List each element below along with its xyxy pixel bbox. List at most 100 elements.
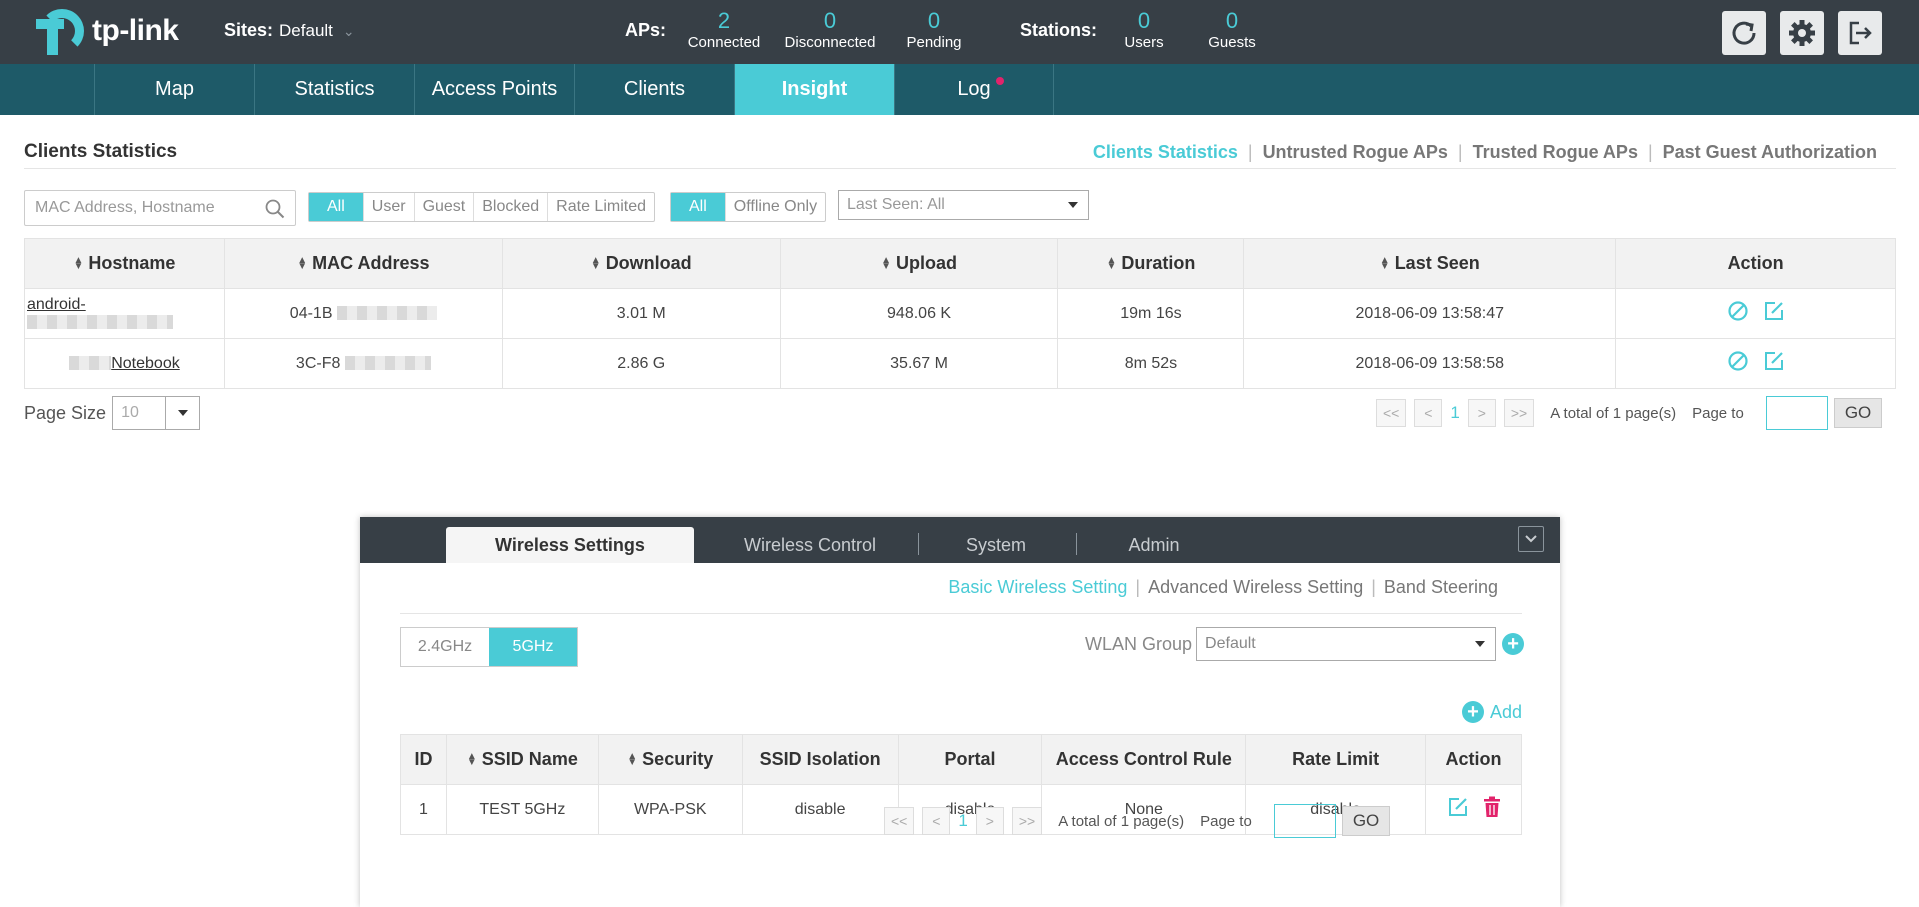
- subnav-untrusted-rogue-aps[interactable]: Untrusted Rogue APs: [1263, 142, 1448, 163]
- subnav-basic-wireless[interactable]: Basic Wireless Setting: [948, 577, 1127, 598]
- filter-type-all[interactable]: All: [309, 193, 363, 221]
- tab-admin[interactable]: Admin: [1084, 527, 1224, 563]
- aps-pending[interactable]: 0 Pending: [894, 8, 974, 52]
- col-security[interactable]: ▲ ▼ Security: [597, 734, 743, 785]
- stations-guests[interactable]: 0 Guests: [1202, 8, 1262, 52]
- clients-pagination: << < 1 > >> A total of 1 page(s) Page to…: [1376, 396, 1883, 430]
- col-download[interactable]: ▲ ▼ Download: [501, 238, 781, 289]
- col-mac-address[interactable]: ▲ ▼ MAC Address: [223, 238, 503, 289]
- caret-down-icon[interactable]: [165, 397, 199, 429]
- block-icon[interactable]: [1727, 300, 1749, 322]
- hostname-link[interactable]: Notebook: [111, 355, 180, 372]
- hostname-cell[interactable]: Notebook: [24, 338, 225, 389]
- edit-icon[interactable]: [1763, 350, 1785, 372]
- sort-icon: ▲ ▼: [1106, 255, 1117, 273]
- col-duration[interactable]: ▲ ▼ Duration: [1057, 238, 1245, 289]
- next-page-button[interactable]: >: [975, 807, 1004, 835]
- logout-button[interactable]: [1838, 11, 1882, 55]
- settings-button[interactable]: [1780, 11, 1824, 55]
- trash-icon[interactable]: [1483, 796, 1501, 818]
- action-cell: [1615, 338, 1896, 389]
- first-page-button[interactable]: <<: [884, 807, 915, 835]
- tp-link-logo[interactable]: tp-link: [36, 5, 179, 57]
- search-icon[interactable]: [265, 199, 285, 219]
- upload-cell: 35.67 M: [779, 338, 1059, 389]
- filter-type-guest[interactable]: Guest: [413, 193, 474, 221]
- next-page-button[interactable]: >: [1467, 399, 1496, 427]
- current-page[interactable]: 1: [1450, 403, 1459, 423]
- refresh-button[interactable]: [1722, 11, 1766, 55]
- nav-clients[interactable]: Clients: [574, 64, 734, 115]
- stations-users-label: Users: [1124, 34, 1164, 51]
- collapse-button[interactable]: [1518, 526, 1544, 552]
- prev-page-button[interactable]: <: [922, 807, 951, 835]
- page-total: A total of 1 page(s): [1550, 404, 1677, 422]
- divider: [400, 613, 1522, 614]
- go-button[interactable]: GO: [1833, 398, 1883, 428]
- site-selector[interactable]: Sites: Default ⌄: [224, 20, 355, 41]
- page-to-input[interactable]: [1273, 804, 1336, 838]
- filter-status-all[interactable]: All: [671, 193, 725, 221]
- last-page-button[interactable]: >>: [1503, 399, 1535, 427]
- go-button[interactable]: GO: [1341, 806, 1391, 836]
- band-2-4ghz[interactable]: 2.4GHz: [401, 628, 489, 666]
- duration-cell: 19m 16s: [1057, 288, 1245, 339]
- client-search[interactable]: [24, 190, 296, 226]
- aps-label: APs:: [625, 20, 667, 40]
- page-to-input[interactable]: [1765, 396, 1828, 430]
- table-header-row: ID ▲ ▼ SSID Name ▲ ▼ Security SSID Isolation…: [400, 734, 1522, 785]
- subnav-band-steering[interactable]: Band Steering: [1384, 577, 1498, 598]
- subnav-advanced-wireless[interactable]: Advanced Wireless Setting: [1148, 577, 1363, 598]
- aps-disconnected[interactable]: 0 Disconnected: [778, 8, 882, 52]
- current-page[interactable]: 1: [958, 811, 967, 831]
- block-icon[interactable]: [1727, 350, 1749, 372]
- nav-statistics[interactable]: Statistics: [254, 64, 414, 115]
- subnav-trusted-rogue-aps[interactable]: Trusted Rogue APs: [1473, 142, 1638, 163]
- hostname-link[interactable]: android-: [27, 296, 86, 313]
- add-ssid-button[interactable]: + Add: [1461, 701, 1522, 723]
- col-ssid-name[interactable]: ▲ ▼ SSID Name: [445, 734, 599, 785]
- redacted-text: [344, 356, 431, 371]
- filter-type-rate-limited[interactable]: Rate Limited: [547, 193, 654, 221]
- add-wlan-group-icon[interactable]: +: [1502, 633, 1525, 655]
- table-row: Notebook 3C-F8 2.86 G 35.67 M 8m 52s 201…: [24, 338, 1896, 389]
- col-hostname[interactable]: ▲ ▼ Hostname: [24, 238, 225, 289]
- tab-wireless-settings[interactable]: Wireless Settings: [446, 527, 694, 563]
- col-last-seen[interactable]: ▲ ▼ Last Seen: [1243, 238, 1617, 289]
- col-id: ID: [400, 734, 447, 785]
- search-input[interactable]: [35, 199, 255, 217]
- tab-system[interactable]: System: [926, 527, 1066, 563]
- panel-tabs-bar: Wireless Settings Wireless Control Syste…: [360, 517, 1560, 563]
- prev-page-button[interactable]: <: [1414, 399, 1443, 427]
- edit-icon[interactable]: [1763, 300, 1785, 322]
- filter-status-offline-only[interactable]: Offline Only: [724, 193, 825, 221]
- page-size-value: 10: [121, 404, 139, 421]
- table-row: android- 04-1B 3.01 M 948.06 K 19m 16s 2…: [24, 288, 1896, 339]
- nav-map[interactable]: Map: [94, 64, 254, 115]
- mac-cell: 3C-F8: [223, 338, 503, 389]
- page-size-select[interactable]: 10: [112, 396, 201, 430]
- download-cell: 2.86 G: [501, 338, 781, 389]
- edit-icon[interactable]: [1447, 796, 1469, 818]
- stations-users[interactable]: 0 Users: [1114, 8, 1174, 52]
- nav-access-points[interactable]: Access Points: [414, 64, 574, 115]
- aps-connected-label: Connected: [687, 34, 761, 51]
- filter-type-blocked[interactable]: Blocked: [473, 193, 547, 221]
- aps-connected[interactable]: 2 Connected: [682, 8, 766, 52]
- col-action: Action: [1425, 734, 1522, 785]
- hostname-cell[interactable]: android-: [24, 288, 225, 339]
- subnav-separator: |: [1371, 577, 1376, 597]
- last-page-button[interactable]: >>: [1011, 807, 1043, 835]
- band-5ghz[interactable]: 5GHz: [489, 628, 577, 666]
- col-upload[interactable]: ▲ ▼ Upload: [779, 238, 1059, 289]
- col-rate-limit: Rate Limit: [1245, 734, 1426, 785]
- nav-log[interactable]: Log: [894, 64, 1054, 115]
- wlan-group-select[interactable]: Default: [1196, 627, 1497, 661]
- subnav-past-guest-authorization[interactable]: Past Guest Authorization: [1663, 142, 1877, 163]
- last-seen-select[interactable]: Last Seen: All: [838, 190, 1089, 220]
- subnav-clients-statistics[interactable]: Clients Statistics: [1093, 142, 1238, 163]
- nav-insight[interactable]: Insight: [734, 64, 894, 115]
- tab-wireless-control[interactable]: Wireless Control: [710, 527, 910, 563]
- first-page-button[interactable]: <<: [1376, 399, 1407, 427]
- filter-type-user[interactable]: User: [362, 193, 414, 221]
